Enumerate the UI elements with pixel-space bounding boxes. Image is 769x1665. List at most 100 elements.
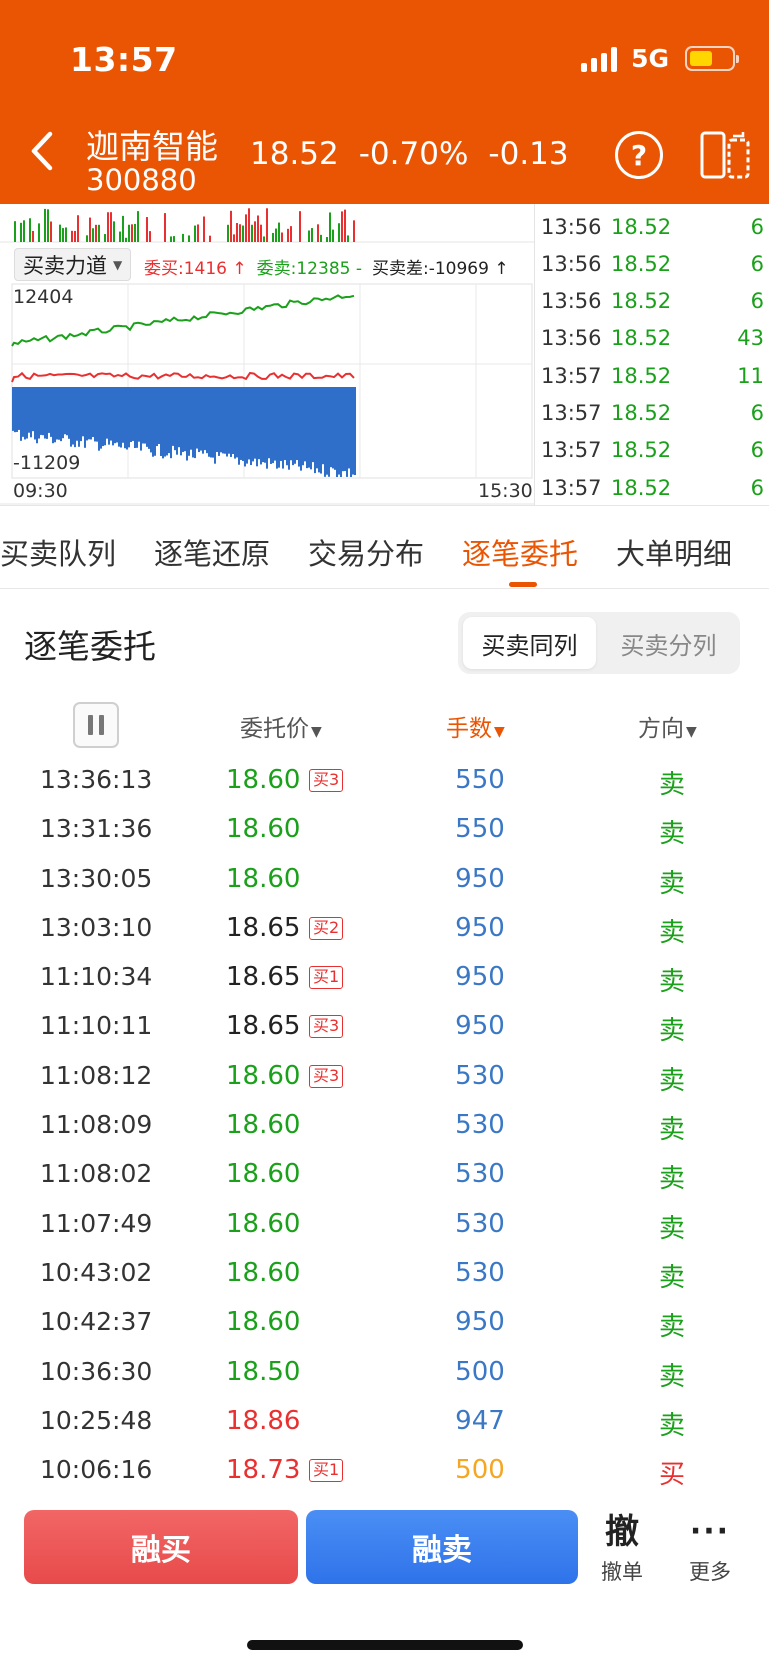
diff-bar [204, 387, 206, 451]
margin-buy-button[interactable]: 融买 [24, 1510, 298, 1584]
order-row[interactable]: 11:10:34 18.65 买1 950 卖 [0, 952, 769, 1001]
volume-bar [311, 228, 313, 242]
volume-bar [320, 234, 322, 242]
tick-time: 13:57 [541, 401, 602, 425]
tick-list[interactable]: 13:56 18.52 6 13:56 18.52 6 13:56 18.52 6 13:56 18… [534, 204, 769, 506]
diff-bar [182, 387, 184, 452]
diff-bar [154, 387, 156, 456]
tick-volume: 6 [750, 475, 764, 500]
order-row[interactable]: 10:36:30 18.50 500 卖 [0, 1347, 769, 1396]
tick-volume: 6 [750, 251, 764, 276]
diff-bar [304, 387, 306, 462]
switch-layout-icon[interactable] [699, 130, 751, 180]
volume-bar [32, 230, 34, 242]
seg-split-column[interactable]: 买卖分列 [602, 617, 735, 669]
col-qty-header[interactable]: 手数 ▼ [446, 709, 505, 743]
order-row[interactable]: 13:31:36 18.60 550 卖 [0, 804, 769, 853]
diff-bar [234, 387, 236, 459]
order-direction: 卖 [658, 1115, 685, 1146]
chart-indicator-label: 买卖力道 [23, 253, 107, 278]
tab-order-queue[interactable]: 买卖队列 [0, 531, 116, 573]
seg-same-column[interactable]: 买卖同列 [463, 617, 596, 669]
diff-bar [346, 387, 348, 477]
diff-bar [208, 387, 210, 457]
order-row[interactable]: 11:08:09 18.60 530 卖 [0, 1100, 769, 1149]
order-row[interactable]: 13:36:13 18.60 买3 550 卖 [0, 755, 769, 804]
diff-bar [54, 387, 56, 443]
network-type: 5G [631, 44, 669, 73]
col-price-label: 委托价 [240, 716, 309, 742]
order-row[interactable]: 11:10:11 18.65 买3 950 卖 [0, 1001, 769, 1050]
order-row[interactable]: 11:07:49 18.60 530 卖 [0, 1199, 769, 1248]
chart-indicator-selector[interactable]: 买卖力道 ▼ [14, 248, 132, 281]
margin-sell-button[interactable]: 融卖 [306, 1510, 578, 1584]
diff-bar [172, 387, 174, 446]
stat-sell: 委卖:12385 - [256, 259, 362, 279]
tick-price: 18.52 [611, 401, 672, 425]
tab-big-orders[interactable]: 大单明细 [616, 531, 732, 573]
diff-bar [42, 387, 44, 436]
diff-bar [328, 387, 330, 477]
back-icon[interactable] [26, 128, 60, 174]
diff-bar [350, 387, 352, 477]
diff-bar [70, 387, 72, 447]
more-button[interactable]: ··· 更多 [682, 1512, 738, 1586]
diff-bar [136, 387, 138, 448]
order-row[interactable]: 10:42:37 18.60 950 卖 [0, 1297, 769, 1346]
tick-row: 13:56 18.52 43 [535, 320, 769, 357]
order-quantity: 530 [455, 1159, 505, 1190]
order-quantity: 950 [455, 1307, 505, 1338]
order-time: 10:42:37 [40, 1307, 153, 1337]
diff-bar [276, 387, 278, 469]
diff-bar [138, 387, 140, 442]
tick-price: 18.52 [611, 363, 672, 388]
pause-icon[interactable] [73, 702, 119, 748]
volume-bar [92, 228, 94, 242]
diff-bar [78, 387, 80, 447]
order-price: 18.60 [226, 1307, 301, 1338]
diff-bar [190, 387, 192, 450]
diff-bar [98, 387, 100, 451]
volume-bar [128, 224, 130, 242]
col-price-header[interactable]: 委托价 ▼ [240, 709, 322, 743]
diff-bar [184, 387, 186, 452]
cancel-order-button[interactable]: 撤 撤单 [594, 1512, 650, 1586]
tick-volume: 6 [750, 438, 764, 463]
volume-bar [89, 217, 91, 242]
tick-volume: 11 [737, 363, 764, 388]
volume-bar [245, 214, 247, 242]
order-list[interactable]: 13:36:13 18.60 买3 550 卖 13:31:36 18.60 550 卖 13:3… [0, 755, 769, 1494]
volume-bar [149, 231, 151, 242]
diff-bar [88, 387, 90, 440]
col-dir-label: 方向 [638, 716, 684, 742]
help-icon[interactable]: ? [615, 131, 663, 179]
diff-bar [324, 387, 326, 477]
volume-bar [95, 224, 97, 242]
diff-bar [46, 387, 48, 439]
current-price: 18.52 [250, 136, 339, 172]
order-price: 18.60 [226, 1110, 301, 1141]
sell-force-line [11, 371, 355, 383]
order-time: 10:06:16 [40, 1455, 153, 1485]
col-dir-header[interactable]: 方向 ▼ [638, 709, 697, 743]
tab-trade-distribution[interactable]: 交易分布 [308, 531, 424, 573]
order-price: 18.86 [226, 1405, 301, 1436]
order-row[interactable]: 13:30:05 18.60 950 卖 [0, 854, 769, 903]
tab-tick-restore[interactable]: 逐笔还原 [154, 531, 270, 573]
order-row[interactable]: 11:08:02 18.60 530 卖 [0, 1149, 769, 1198]
tick-volume: 6 [750, 401, 764, 425]
order-row[interactable]: 10:43:02 18.60 530 卖 [0, 1248, 769, 1297]
order-row[interactable]: 10:06:16 18.73 买1 500 买 [0, 1445, 769, 1494]
order-row[interactable]: 11:08:12 18.60 买3 530 卖 [0, 1051, 769, 1100]
order-price: 18.60 [226, 1159, 301, 1190]
order-row[interactable]: 13:03:10 18.65 买2 950 卖 [0, 903, 769, 952]
order-row[interactable]: 10:25:48 18.86 947 卖 [0, 1396, 769, 1445]
volume-bar [332, 229, 334, 242]
volume-bar [38, 223, 40, 242]
tab-tick-orders[interactable]: 逐笔委托 [462, 531, 578, 573]
diff-bar [242, 387, 244, 461]
y-axis-top: 12404 [13, 286, 74, 308]
diff-bar [34, 387, 36, 440]
diff-bar [150, 387, 152, 453]
diff-bar [162, 387, 164, 459]
